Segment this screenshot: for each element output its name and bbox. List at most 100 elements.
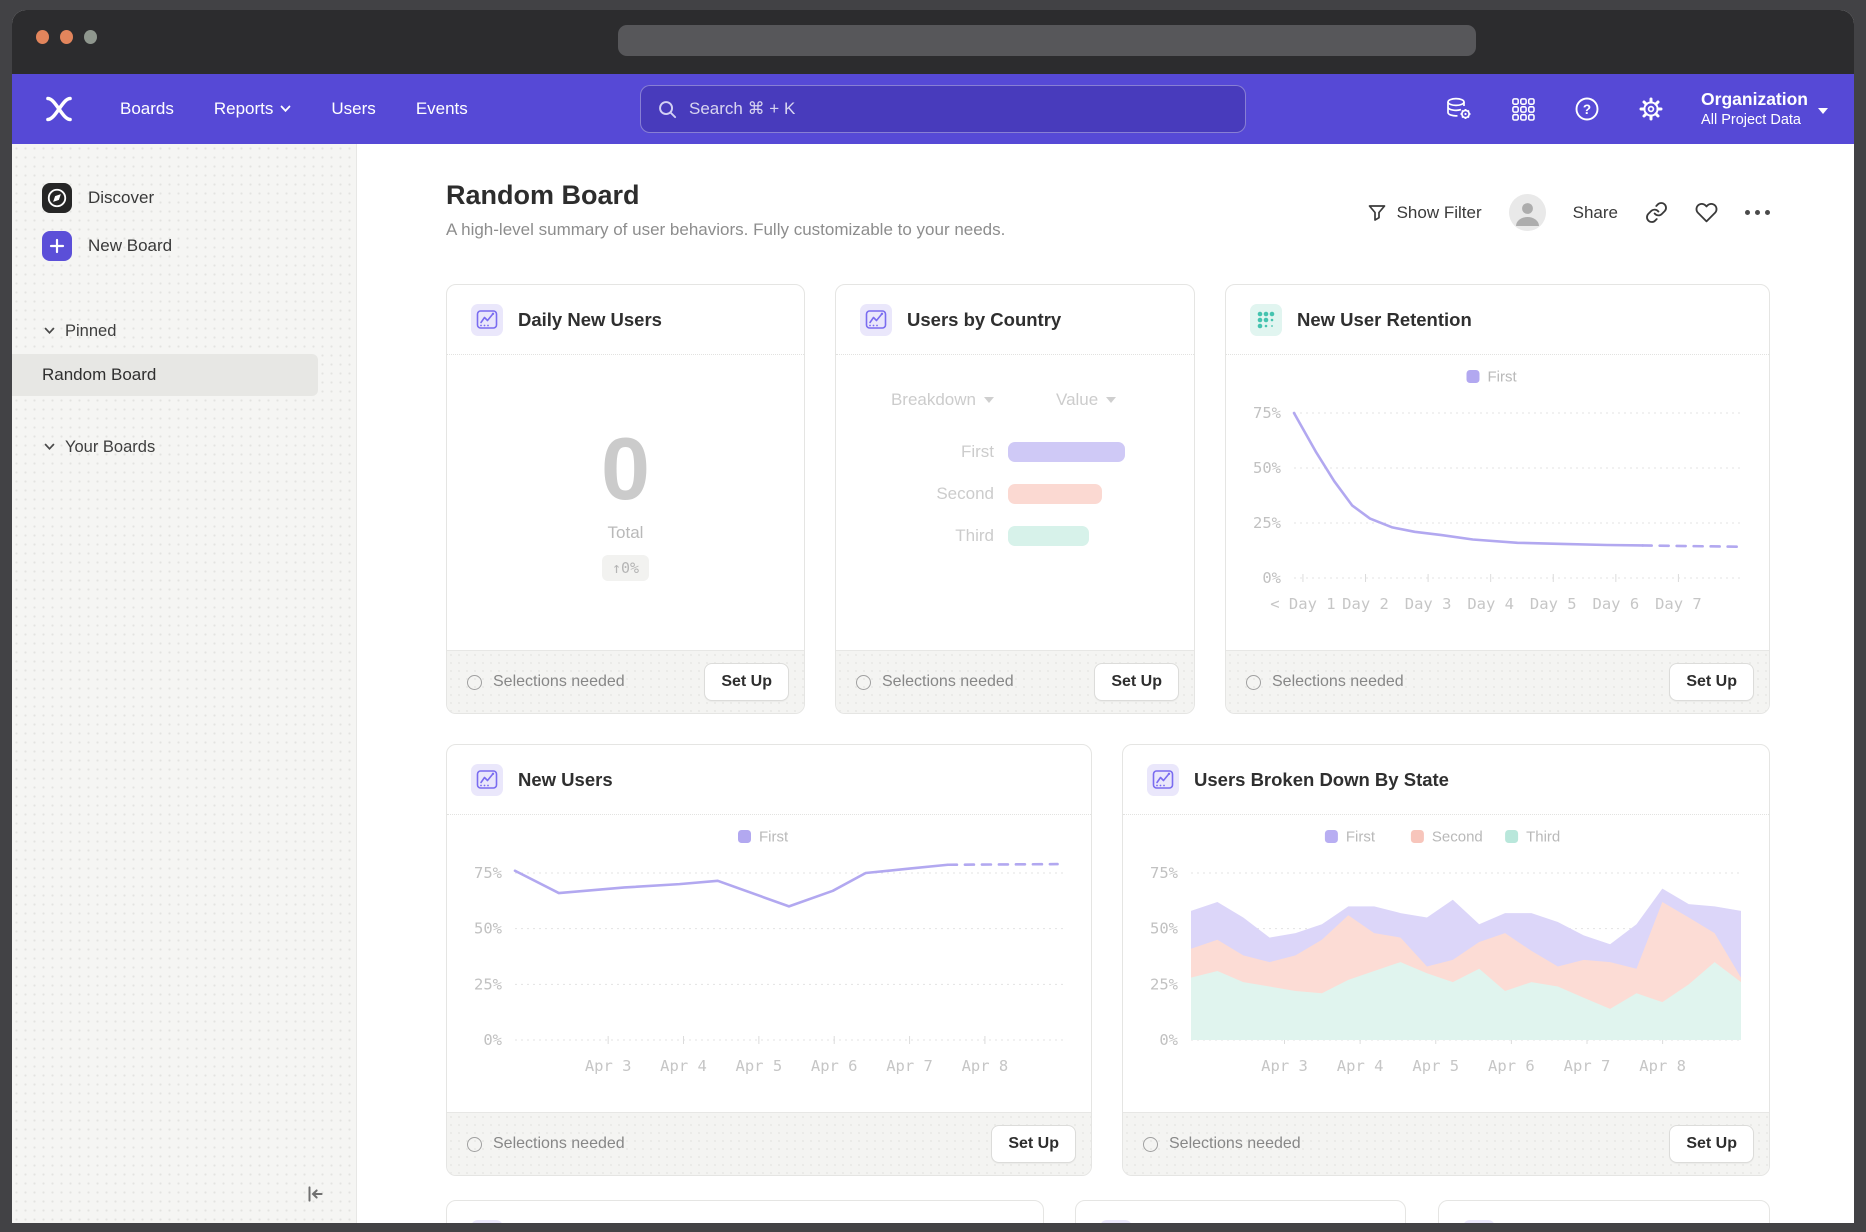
- traffic-light-zoom[interactable]: [84, 30, 97, 44]
- svg-text:50%: 50%: [1253, 459, 1282, 477]
- sidebar-section-pinned[interactable]: Pinned: [12, 314, 356, 348]
- help-icon[interactable]: ?: [1573, 95, 1601, 123]
- value-dropdown[interactable]: Value: [1056, 390, 1116, 410]
- page-title: Random Board: [446, 180, 1005, 211]
- settings-gear-icon[interactable]: [1637, 95, 1665, 123]
- svg-text:Apr 8: Apr 8: [962, 1057, 1009, 1075]
- avatar[interactable]: [1509, 194, 1546, 231]
- insights-chart-icon: [1463, 1220, 1495, 1224]
- svg-text:Apr 6: Apr 6: [811, 1057, 858, 1075]
- card-users-by-country: Users by Country Breakdown Value: [835, 284, 1195, 714]
- chevron-down-icon: [1818, 108, 1828, 114]
- sidebar-item-new-board[interactable]: New Board: [12, 222, 356, 270]
- card-title: Daily New Users: [518, 309, 662, 331]
- metric-label: Total: [608, 523, 644, 543]
- traffic-light-minimize[interactable]: [60, 30, 73, 44]
- svg-text:First: First: [1346, 829, 1376, 846]
- value-dropdown-label: Value: [1056, 390, 1098, 410]
- retention-grid-icon: [1250, 304, 1282, 336]
- breakdown-dropdown-label: Breakdown: [891, 390, 976, 410]
- svg-text:First: First: [759, 829, 789, 846]
- delta-badge: ↑0%: [602, 555, 649, 581]
- share-button[interactable]: Share: [1573, 203, 1618, 223]
- data-management-icon[interactable]: [1445, 95, 1473, 123]
- insights-chart-icon: [1100, 1220, 1132, 1224]
- search-input[interactable]: Search ⌘ + K: [640, 85, 1246, 133]
- nav-item-reports[interactable]: Reports: [214, 99, 292, 119]
- nav-item-boards[interactable]: Boards: [120, 99, 174, 119]
- svg-text:Day 6: Day 6: [1593, 595, 1640, 613]
- country-row: Third: [836, 515, 1194, 557]
- set-up-button[interactable]: Set Up: [1094, 663, 1179, 701]
- sidebar-section-your-boards[interactable]: Your Boards: [12, 430, 356, 464]
- card-active-users: Active Users: [1438, 1200, 1770, 1223]
- more-options-button[interactable]: [1745, 210, 1770, 215]
- sidebar-board-random-board[interactable]: Random Board: [12, 354, 318, 396]
- chevron-down-icon: [44, 443, 55, 451]
- show-filter-button[interactable]: Show Filter: [1367, 203, 1482, 223]
- svg-text:Apr 7: Apr 7: [1564, 1057, 1611, 1075]
- sidebar-item-discover-label: Discover: [88, 188, 154, 208]
- copy-link-button[interactable]: [1645, 201, 1668, 224]
- new-users-chart: First75%50%25%0%Apr 3Apr 4Apr 5Apr 6Apr …: [447, 815, 1091, 1112]
- nav-item-boards-label: Boards: [120, 99, 174, 119]
- status-circle-icon: [1246, 675, 1261, 690]
- traffic-light-close[interactable]: [36, 30, 49, 44]
- svg-text:Apr 7: Apr 7: [886, 1057, 933, 1075]
- svg-text:Apr 6: Apr 6: [1488, 1057, 1535, 1075]
- compass-icon: [42, 183, 72, 213]
- org-selector[interactable]: Organization All Project Data: [1701, 89, 1828, 129]
- address-bar[interactable]: [618, 25, 1476, 56]
- nav-item-events[interactable]: Events: [416, 99, 468, 119]
- sidebar-collapse-button[interactable]: [302, 1181, 328, 1207]
- top-navbar: Boards Reports Users Events Search ⌘ + K: [12, 74, 1854, 144]
- card-footer: Selections needed Set Up: [447, 1112, 1091, 1175]
- svg-text:50%: 50%: [474, 920, 503, 938]
- status-circle-icon: [467, 675, 482, 690]
- card-footer: Selections needed Set Up: [836, 650, 1194, 713]
- retention-chart: First75%50%25%0%< Day 1Day 2Day 3Day 4Da…: [1226, 355, 1769, 650]
- link-icon: [1645, 201, 1668, 224]
- svg-text:?: ?: [1583, 102, 1591, 117]
- set-up-button[interactable]: Set Up: [1669, 1125, 1754, 1163]
- card-insights-report: Insights Report: [1075, 1200, 1407, 1223]
- board-main: Random Board A high-level summary of use…: [357, 144, 1854, 1223]
- svg-text:Apr 5: Apr 5: [1412, 1057, 1459, 1075]
- nav-item-users-label: Users: [331, 99, 375, 119]
- svg-text:< Day 1: < Day 1: [1270, 595, 1335, 613]
- favorite-button[interactable]: [1695, 201, 1718, 224]
- metric-value: 0: [601, 425, 650, 513]
- nav-item-users[interactable]: Users: [331, 99, 375, 119]
- apps-grid-icon[interactable]: [1509, 95, 1537, 123]
- set-up-button[interactable]: Set Up: [704, 663, 789, 701]
- state-chart: FirstSecondThird75%50%25%0%Apr 3Apr 4Apr…: [1123, 815, 1769, 1112]
- svg-text:Third: Third: [1526, 829, 1560, 846]
- bar-first: [1008, 442, 1125, 462]
- status-text: Selections needed: [493, 1135, 980, 1153]
- svg-text:Day 5: Day 5: [1530, 595, 1577, 613]
- nav-item-events-label: Events: [416, 99, 468, 119]
- insights-chart-icon: [1147, 764, 1179, 796]
- status-circle-icon: [1143, 1137, 1158, 1152]
- set-up-button[interactable]: Set Up: [991, 1125, 1076, 1163]
- sidebar-item-discover[interactable]: Discover: [12, 174, 356, 222]
- set-up-button[interactable]: Set Up: [1669, 663, 1754, 701]
- status-circle-icon: [856, 675, 871, 690]
- card-footer: Selections needed Set Up: [1226, 650, 1769, 713]
- svg-text:Second: Second: [1432, 829, 1483, 846]
- svg-text:0%: 0%: [1159, 1031, 1178, 1049]
- row-label: First: [961, 442, 994, 462]
- sidebar-section-pinned-label: Pinned: [65, 322, 116, 341]
- mixpanel-logo-icon[interactable]: [44, 94, 80, 124]
- search-icon: [657, 99, 678, 120]
- card-new-user-retention: New User Retention First75%50%25%0%< Day…: [1225, 284, 1770, 714]
- breakdown-dropdown[interactable]: Breakdown: [836, 390, 1008, 410]
- svg-text:75%: 75%: [1253, 404, 1282, 422]
- svg-text:25%: 25%: [1150, 975, 1179, 993]
- svg-text:Apr 5: Apr 5: [736, 1057, 783, 1075]
- search-placeholder: Search ⌘ + K: [689, 99, 795, 119]
- svg-text:Day 7: Day 7: [1655, 595, 1702, 613]
- svg-text:25%: 25%: [474, 975, 503, 993]
- page-subtitle: A high-level summary of user behaviors. …: [446, 220, 1005, 240]
- row-label: Second: [936, 484, 994, 504]
